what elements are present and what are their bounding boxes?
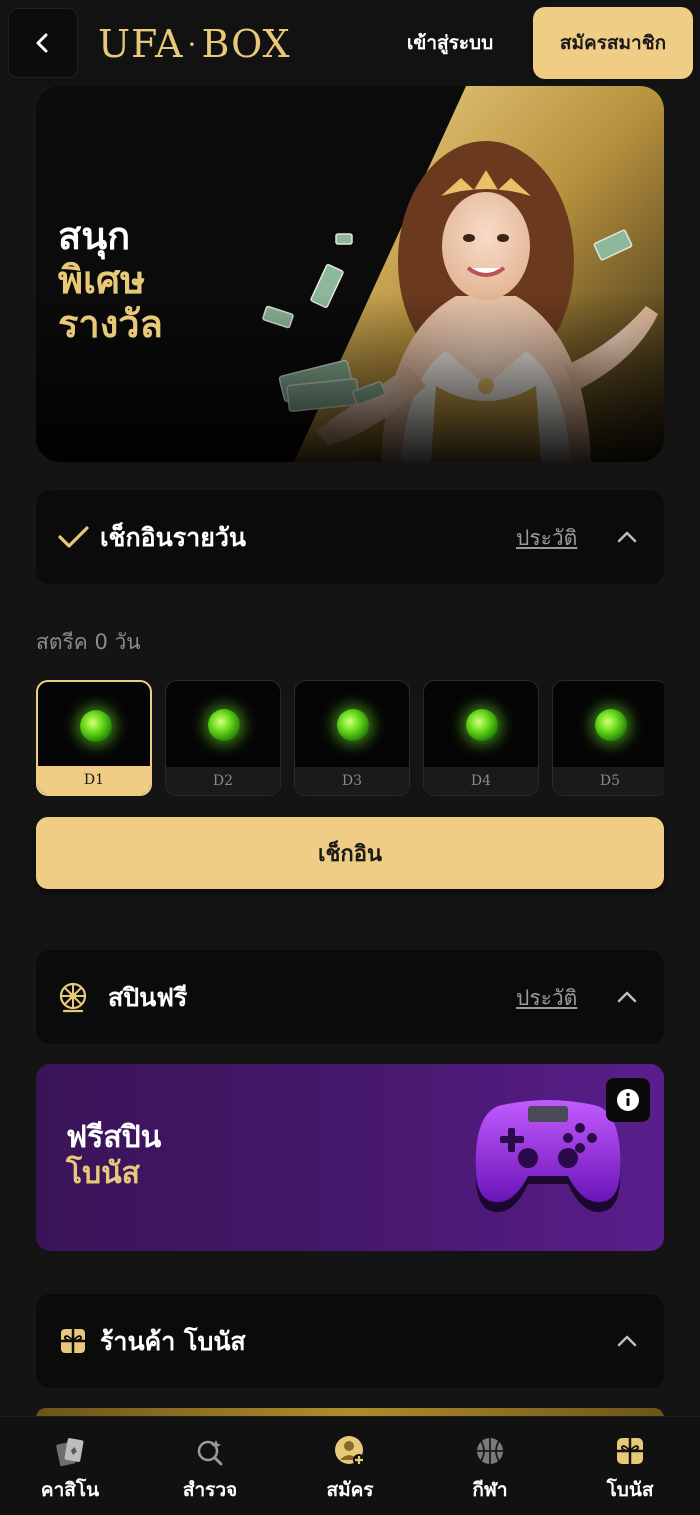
chevron-left-icon (36, 33, 48, 53)
nav-item-casino[interactable]: คาสิโน (0, 1417, 140, 1515)
nav-label: คาสิโน (40, 1479, 100, 1501)
gift-icon (617, 1438, 643, 1464)
info-button[interactable] (606, 1078, 650, 1122)
nav-item-explore[interactable]: สำรวจ (140, 1417, 280, 1515)
gamepad-icon (475, 1100, 621, 1213)
logo-text-left: UFA (98, 22, 184, 66)
spin-title: สปินฟรี (108, 983, 188, 1012)
day-card-d2[interactable]: D2 (165, 680, 281, 796)
chevron-up-icon[interactable] (616, 986, 638, 1008)
nav-item-sports[interactable]: กีฬา (420, 1417, 560, 1515)
shop-section-header[interactable]: ร้านค้า โบนัส (36, 1294, 664, 1388)
cards-icon (56, 1438, 84, 1467)
hero-line-2: พิเศษ (58, 258, 146, 302)
checkin-title: เช็กอินรายวัน (100, 523, 246, 552)
day-label: D1 (38, 766, 150, 794)
nav-item-bonus[interactable]: โบนัส (560, 1417, 700, 1515)
hero-line-3: รางวัล (58, 302, 163, 346)
hero-headline: สนุก พิเศษ รางวัล (58, 214, 163, 346)
logo-text-right: BOX (201, 22, 291, 66)
gem-icon (595, 709, 627, 741)
hero-banner[interactable]: สนุก พิเศษ รางวัล (36, 86, 664, 462)
checkin-button[interactable]: เช็กอิน (36, 817, 664, 889)
gem-icon (80, 710, 112, 742)
day-card-d5[interactable]: D5 (552, 680, 664, 796)
checkin-section-header[interactable]: เช็กอินรายวัน ประวัติ (36, 490, 664, 584)
spin-history-link[interactable]: ประวัติ (516, 982, 577, 1015)
gem-icon (337, 709, 369, 741)
day-card-d4[interactable]: D4 (423, 680, 539, 796)
register-button[interactable]: สมัครสมาชิก (533, 7, 693, 79)
nav-label: โบนัส (606, 1479, 654, 1501)
checkin-days-row: D1 D2 D3 D4 D5 (36, 680, 664, 796)
app-logo[interactable]: UFA · BOX (98, 22, 291, 66)
checkin-history-link[interactable]: ประวัติ (516, 522, 577, 555)
day-card-d1[interactable]: D1 (36, 680, 152, 796)
nav-label: สมัคร (326, 1479, 374, 1501)
back-button[interactable] (8, 8, 78, 78)
spin-banner-line-1: ฟรีสปิน (66, 1120, 162, 1155)
chevron-up-icon[interactable] (616, 526, 638, 548)
day-label: D3 (295, 767, 409, 795)
streak-label: สตรีค 0 วัน (36, 630, 141, 654)
nav-label: กีฬา (472, 1479, 508, 1501)
login-link[interactable]: เข้าสู่ระบบ (390, 28, 510, 60)
bottom-nav: คาสิโน สำรวจ สมัคร กีฬา โบนัส (0, 1416, 700, 1515)
gem-icon (208, 709, 240, 741)
wheel-icon (59, 982, 87, 1013)
spin-banner-line-2: โบนัส (66, 1156, 140, 1191)
info-icon (617, 1089, 639, 1111)
spin-banner-text: ฟรีสปิน โบนัส (66, 1120, 161, 1192)
explore-icon (197, 1440, 223, 1466)
day-label: D2 (166, 767, 280, 795)
day-card-d3[interactable]: D3 (294, 680, 410, 796)
logo-dot: · (187, 27, 198, 61)
nav-item-register[interactable]: สมัคร (280, 1417, 420, 1515)
free-spin-banner[interactable]: ฟรีสปิน โบนัส (36, 1064, 664, 1251)
day-label: D4 (424, 767, 538, 795)
day-label: D5 (553, 767, 664, 795)
chevron-up-icon[interactable] (616, 1330, 638, 1352)
shop-title: ร้านค้า โบนัส (100, 1327, 246, 1356)
check-icon (58, 526, 89, 548)
add-user-icon (335, 1436, 365, 1466)
gift-icon (61, 1329, 85, 1353)
gem-icon (466, 709, 498, 741)
hero-line-1: สนุก (58, 214, 131, 258)
nav-label: สำรวจ (182, 1479, 238, 1501)
basketball-icon (477, 1438, 503, 1464)
top-header: UFA · BOX เข้าสู่ระบบ สมัครสมาชิก (0, 0, 700, 86)
spin-section-header[interactable]: สปินฟรี ประวัติ (36, 950, 664, 1044)
